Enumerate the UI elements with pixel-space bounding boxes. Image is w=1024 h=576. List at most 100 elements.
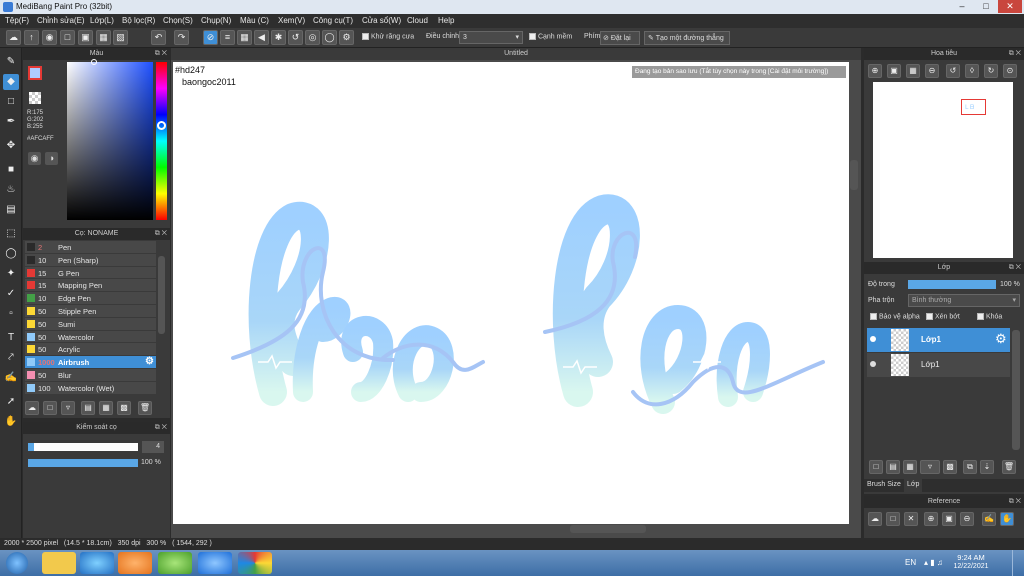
media-player-icon[interactable] <box>118 552 152 574</box>
minimize-button[interactable]: – <box>950 0 974 13</box>
shape-tool-icon[interactable]: ■ <box>3 162 19 178</box>
snap-settings-icon[interactable]: ⚙ <box>339 30 354 45</box>
protect-alpha-checkbox[interactable]: Bảo vệ alpha <box>870 313 920 320</box>
start-button[interactable] <box>6 552 28 574</box>
divide-tool-icon[interactable]: ⤤ <box>3 350 19 366</box>
zalo-icon[interactable] <box>198 552 232 574</box>
cloud-brush-icon[interactable]: ☁ <box>25 401 39 415</box>
canvas-vertical-scrollbar[interactable] <box>850 160 858 190</box>
zoom-fit-icon[interactable]: ▣ <box>887 64 901 78</box>
panel-buttons[interactable]: ⧉ ✕ <box>1009 262 1021 274</box>
gear-icon[interactable]: ⚙ <box>145 356 154 367</box>
brush-menu-icon[interactable]: ▿ <box>61 401 75 415</box>
zoom-actual-icon[interactable]: ▦ <box>906 64 920 78</box>
merge-layer-icon[interactable]: ⇣ <box>980 460 994 474</box>
visibility-icon[interactable] <box>870 336 876 342</box>
clock-time[interactable]: 9:24 AM <box>950 553 992 562</box>
brush-row[interactable]: 50 Stipple Pen <box>25 305 156 318</box>
menu-select[interactable]: Chọn(S) <box>163 16 193 25</box>
panel-buttons[interactable]: ⧉ ✕ <box>1009 496 1021 508</box>
saturation-value-picker[interactable] <box>67 59 153 220</box>
main-color-swatch[interactable] <box>28 66 42 80</box>
brush-row[interactable]: 15 G Pen <box>25 266 156 280</box>
color-settings-icon[interactable]: ◑ <box>45 152 58 165</box>
save-icon[interactable]: ▣ <box>78 30 93 45</box>
brush-row[interactable]: 15 Mapping Pen <box>25 279 156 293</box>
fill-bucket-tool-icon[interactable]: ➚ <box>3 394 19 410</box>
hand-tool-icon[interactable]: ✋ <box>3 414 19 430</box>
duplicate-layer-icon[interactable]: ⧉ <box>963 460 977 474</box>
panel-buttons[interactable]: ⧉ ✕ <box>155 228 167 240</box>
undo-icon[interactable]: ↶ <box>151 30 166 45</box>
snap-off-icon[interactable]: ⊘ <box>203 30 218 45</box>
redo-icon[interactable]: ↷ <box>174 30 189 45</box>
copy-brush-icon[interactable]: ▦ <box>99 401 113 415</box>
text-tool-icon[interactable]: T <box>3 330 19 346</box>
navigator-preview[interactable]: ᒪ ᗷ <box>873 82 1013 258</box>
brush-list-scrollbar[interactable] <box>158 256 165 334</box>
document-tab[interactable]: Untitled <box>171 48 861 60</box>
layer-row[interactable]: Lớp1 ⚙ <box>867 328 1010 352</box>
reset-view-icon[interactable]: ⊙ <box>1003 64 1017 78</box>
hue-slider-handle[interactable] <box>157 121 166 130</box>
coccoc-browser-icon[interactable] <box>158 552 192 574</box>
menu-tools[interactable]: Công cụ(T) <box>313 16 353 25</box>
brush-opacity-slider[interactable] <box>28 459 138 467</box>
tray-icons[interactable]: ▴ ▮ ♫ <box>924 558 943 567</box>
fill-tool-icon[interactable]: ♨ <box>3 182 19 198</box>
panel-buttons[interactable]: ⧉ ✕ <box>1009 48 1021 60</box>
open-icon[interactable]: ▦ <box>96 30 111 45</box>
dot-tool-icon[interactable]: □ <box>3 94 19 110</box>
canvas-horizontal-scrollbar[interactable] <box>570 525 646 533</box>
clock-date[interactable]: 12/22/2021 <box>944 563 998 570</box>
brush-settings-icon[interactable]: ▤ <box>81 401 95 415</box>
palette-icon[interactable]: ◉ <box>28 152 41 165</box>
delete-brush-icon[interactable]: 🗑 <box>138 401 152 415</box>
reference-open-icon[interactable]: □ <box>886 512 900 526</box>
flip-icon[interactable]: ◊ <box>965 64 979 78</box>
layer-row[interactable]: Lớp1 <box>867 353 1010 377</box>
show-desktop-button[interactable] <box>1012 550 1024 576</box>
hue-slider[interactable] <box>156 62 167 220</box>
tab-brush-size[interactable]: Brush Size <box>867 481 901 488</box>
add-halftone-layer-icon[interactable]: ▤ <box>886 460 900 474</box>
new-file-icon[interactable]: □ <box>60 30 75 45</box>
menu-edit[interactable]: Chỉnh sửa(E) <box>37 16 85 25</box>
reference-cloud-icon[interactable]: ☁ <box>868 512 882 526</box>
eyedropper-tool-icon[interactable]: ✍ <box>3 370 19 386</box>
tab-layer[interactable]: Lớp <box>904 479 923 492</box>
brush-row[interactable]: 100 Watercolor (Wet) <box>25 381 156 395</box>
add-8bit-layer-icon[interactable]: ▦ <box>903 460 917 474</box>
brush-row[interactable]: 10 Edge Pen <box>25 292 156 305</box>
select-tool-icon[interactable]: ⬚ <box>3 226 19 242</box>
move-tool-icon[interactable]: ✥ <box>3 138 19 154</box>
zoom-out-icon[interactable]: ⊖ <box>925 64 939 78</box>
brush-row[interactable]: 50 Sumi <box>25 317 156 331</box>
reference-zoom-out-icon[interactable]: ⊖ <box>960 512 974 526</box>
menu-help[interactable]: Help <box>438 16 454 25</box>
clipping-checkbox[interactable]: Xén bớt <box>926 313 960 320</box>
upload-icon[interactable]: ↑ <box>24 30 39 45</box>
parallel-snap-icon[interactable]: ≡ <box>220 30 235 45</box>
circle-snap-icon[interactable]: ◎ <box>305 30 320 45</box>
brush-row[interactable]: 50 Blur <box>25 369 156 382</box>
add-brush-icon[interactable]: □ <box>43 401 57 415</box>
adjust-select[interactable]: 3 ▾ <box>459 31 523 44</box>
reference-close-icon[interactable]: ✕ <box>904 512 918 526</box>
menu-filter[interactable]: Bộ lọc(R) <box>122 16 155 25</box>
layer-menu-icon[interactable]: ▿ <box>920 460 940 474</box>
add-layer-icon[interactable]: □ <box>869 460 883 474</box>
brush-row[interactable]: 50 Acrylic <box>25 343 156 357</box>
ellipse-snap-icon[interactable]: ◯ <box>322 30 337 45</box>
straight-line-button[interactable]: ✎ Tạo một đường thẳng <box>644 31 730 45</box>
layer-folder-icon[interactable]: ▩ <box>943 460 957 474</box>
menu-file[interactable]: Tệp(F) <box>5 16 29 25</box>
layer-list-scrollbar[interactable] <box>1012 330 1020 450</box>
vanish-snap-icon[interactable]: ◀ <box>254 30 269 45</box>
grid-icon[interactable]: ▧ <box>113 30 128 45</box>
menu-window[interactable]: Cửa sổ(W) <box>362 16 401 25</box>
brush-size-slider[interactable] <box>28 443 138 451</box>
blend-mode-select[interactable]: Bình thường ▾ <box>908 294 1020 307</box>
gradient-tool-icon[interactable]: ▤ <box>3 202 19 218</box>
smooth-checkbox[interactable]: Cạnh mềm <box>529 33 572 40</box>
